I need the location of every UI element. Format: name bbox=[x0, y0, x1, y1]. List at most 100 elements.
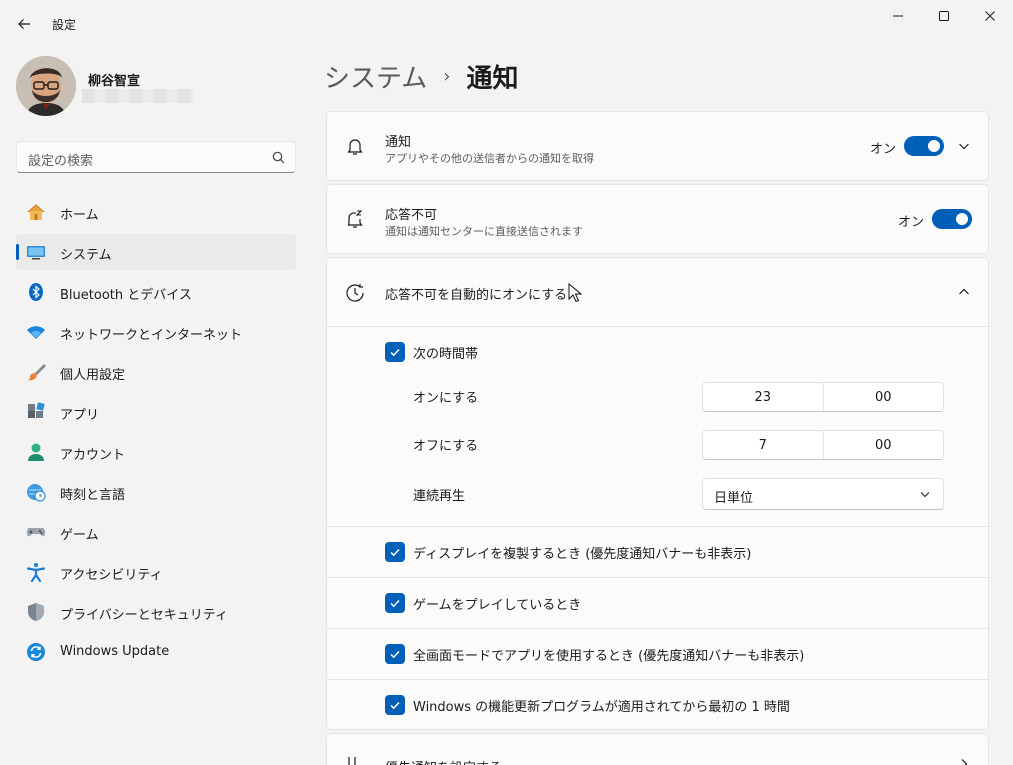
account-icon bbox=[26, 442, 46, 462]
sidebar-item-label: アプリ bbox=[60, 408, 100, 423]
priority-card[interactable]: 優先通知を設定する bbox=[326, 733, 989, 765]
close-button[interactable] bbox=[967, 0, 1013, 32]
sidebar-item-network[interactable]: ネットワークとインターネット bbox=[16, 314, 296, 350]
sidebar-item-bluetooth[interactable]: Bluetooth とデバイス bbox=[16, 274, 296, 310]
chevron-right-icon bbox=[956, 756, 972, 765]
bell-snooze-icon bbox=[344, 208, 366, 230]
option-row: ゲームをプレイしているとき bbox=[327, 577, 988, 628]
option-checkbox-feature-update[interactable] bbox=[385, 695, 405, 715]
minimize-icon bbox=[893, 15, 903, 17]
option-checkbox-duplicate-display[interactable] bbox=[385, 542, 405, 562]
schedule-checkbox[interactable] bbox=[385, 342, 405, 362]
update-icon bbox=[26, 642, 46, 662]
auto-dnd-card: 応答不可を自動的にオンにする 次の時間帯 オンにする 23 00 オフにする 7… bbox=[326, 257, 989, 730]
user-profile[interactable]: 柳谷智宣 bbox=[16, 56, 296, 118]
dnd-toggle[interactable] bbox=[932, 209, 972, 229]
sidebar-item-label: システム bbox=[60, 248, 112, 263]
option-checkbox-fullscreen[interactable] bbox=[385, 644, 405, 664]
search-input[interactable]: 設定の検索 bbox=[16, 141, 296, 173]
brush-icon bbox=[26, 362, 46, 382]
clock-icon bbox=[344, 282, 366, 304]
sidebar-item-personalization[interactable]: 個人用設定 bbox=[16, 354, 296, 390]
search-placeholder: 設定の検索 bbox=[28, 154, 94, 169]
gamepad-icon bbox=[26, 522, 46, 542]
maximize-button[interactable] bbox=[921, 0, 967, 32]
sidebar-item-system[interactable]: システム bbox=[16, 234, 296, 270]
option-checkbox-gaming[interactable] bbox=[385, 593, 405, 613]
notifications-card[interactable]: 通知 アプリやその他の送信者からの通知を取得 オン bbox=[326, 111, 989, 181]
turn-on-minute[interactable]: 00 bbox=[822, 383, 944, 411]
minimize-button[interactable] bbox=[875, 0, 921, 32]
sidebar-item-gaming[interactable]: ゲーム bbox=[16, 514, 296, 550]
breadcrumb-parent[interactable]: システム bbox=[324, 58, 427, 95]
sidebar-item-home[interactable]: ホーム bbox=[16, 194, 296, 230]
dnd-toggle-label: オン bbox=[898, 215, 925, 230]
turn-on-time-picker[interactable]: 23 00 bbox=[702, 382, 944, 412]
search-icon bbox=[272, 151, 285, 164]
shield-icon bbox=[26, 602, 46, 622]
notifications-toggle[interactable] bbox=[904, 136, 944, 156]
turn-off-minute[interactable]: 00 bbox=[822, 431, 944, 459]
option-row: Windows の機能更新プログラムが適用されてから最初の 1 時間 bbox=[327, 679, 988, 730]
turn-off-hour[interactable]: 7 bbox=[703, 431, 823, 459]
maximize-icon bbox=[939, 11, 949, 21]
sidebar-item-label: アカウント bbox=[60, 448, 126, 463]
dnd-subtitle: 通知は通知センターに直接送信されます bbox=[385, 225, 583, 238]
home-icon bbox=[26, 202, 46, 222]
option-label: ゲームをプレイしているとき bbox=[413, 598, 582, 613]
bluetooth-icon bbox=[26, 282, 46, 302]
notifications-toggle-label: オン bbox=[870, 142, 897, 157]
turn-off-time-picker[interactable]: 7 00 bbox=[702, 430, 944, 460]
sidebar-item-accessibility[interactable]: アクセシビリティ bbox=[16, 554, 296, 590]
apps-icon bbox=[26, 402, 46, 422]
sidebar-item-label: アクセシビリティ bbox=[60, 568, 163, 583]
dnd-card: 応答不可 通知は通知センターに直接送信されます オン bbox=[326, 184, 989, 254]
notifications-title: 通知 bbox=[385, 135, 412, 150]
sidebar-item-label: プライバシーとセキュリティ bbox=[60, 608, 228, 623]
checkmark-icon bbox=[390, 548, 400, 557]
auto-dnd-header[interactable]: 応答不可を自動的にオンにする bbox=[327, 258, 988, 326]
checkmark-icon bbox=[390, 348, 400, 357]
sidebar-item-label: Bluetooth とデバイス bbox=[60, 288, 192, 303]
turn-off-label: オフにする bbox=[413, 439, 479, 454]
sidebar-item-label: 個人用設定 bbox=[60, 368, 126, 383]
notifications-subtitle: アプリやその他の送信者からの通知を取得 bbox=[385, 152, 594, 165]
sidebar-item-label: 時刻と言語 bbox=[60, 488, 126, 503]
user-email-redacted bbox=[82, 89, 194, 103]
chevron-down-icon[interactable] bbox=[956, 138, 972, 154]
breadcrumb: システム › 通知 bbox=[324, 56, 518, 96]
sidebar-item-windows-update[interactable]: Windows Update bbox=[16, 634, 296, 670]
checkmark-icon bbox=[390, 599, 400, 608]
priority-title: 優先通知を設定する bbox=[385, 757, 502, 765]
schedule-section: 次の時間帯 オンにする 23 00 オフにする 7 00 連続再生 日単位 bbox=[327, 326, 988, 526]
back-button[interactable] bbox=[10, 10, 38, 38]
page-title: 通知 bbox=[466, 63, 519, 94]
option-row: 全画面モードでアプリを使用するとき (優先度通知バナーも非表示) bbox=[327, 628, 988, 679]
sidebar-item-label: Windows Update bbox=[60, 644, 170, 659]
dnd-title: 応答不可 bbox=[385, 208, 438, 223]
turn-on-hour[interactable]: 23 bbox=[703, 383, 823, 411]
auto-dnd-title: 応答不可を自動的にオンにする bbox=[385, 288, 568, 303]
sidebar-item-label: ゲーム bbox=[60, 528, 99, 543]
sidebar-item-label: ホーム bbox=[60, 208, 99, 223]
checkmark-icon bbox=[390, 701, 400, 710]
sidebar-item-label: ネットワークとインターネット bbox=[60, 328, 243, 343]
chevron-up-icon[interactable] bbox=[956, 284, 972, 300]
sidebar-item-time-language[interactable]: 時刻と言語 bbox=[16, 474, 296, 510]
repeat-select[interactable]: 日単位 bbox=[702, 478, 944, 510]
breadcrumb-separator: › bbox=[443, 65, 451, 87]
option-label: 全画面モードでアプリを使用するとき (優先度通知バナーも非表示) bbox=[413, 649, 805, 664]
option-label: ディスプレイを複製するとき (優先度通知バナーも非表示) bbox=[413, 547, 752, 562]
chevron-down-icon bbox=[920, 492, 930, 498]
sidebar-item-accounts[interactable]: アカウント bbox=[16, 434, 296, 470]
close-icon bbox=[985, 11, 995, 21]
option-row: ディスプレイを複製するとき (優先度通知バナーも非表示) bbox=[327, 526, 988, 577]
priority-icon bbox=[344, 754, 366, 765]
sidebar-item-privacy[interactable]: プライバシーとセキュリティ bbox=[16, 594, 296, 630]
accessibility-icon bbox=[26, 562, 46, 582]
title-bar: 設定 bbox=[0, 0, 1013, 48]
checkmark-icon bbox=[390, 650, 400, 659]
sidebar-nav: ホーム システム Bluetooth とデバイス ネットワークとインターネット … bbox=[16, 194, 296, 674]
sidebar-item-apps[interactable]: アプリ bbox=[16, 394, 296, 430]
wifi-icon bbox=[26, 322, 46, 342]
